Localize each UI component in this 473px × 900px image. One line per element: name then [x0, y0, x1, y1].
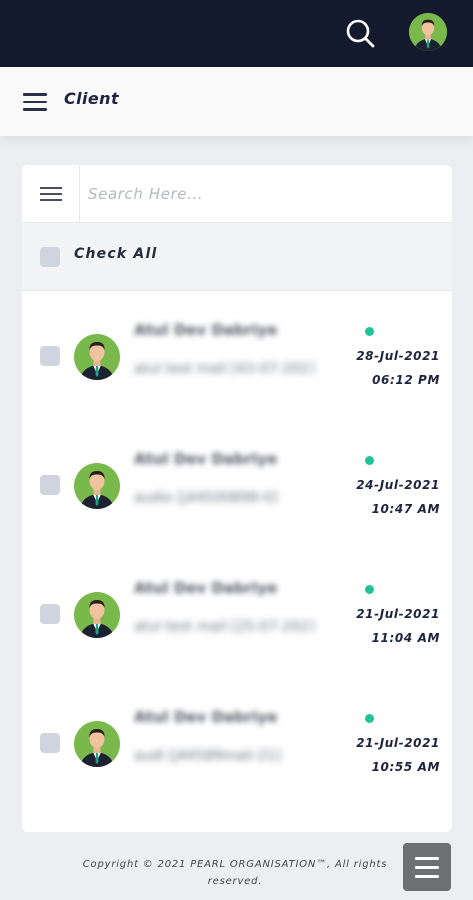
client-name: Atul Dev Dabriye [134, 321, 278, 339]
check-all-row[interactable]: Check All [22, 223, 452, 291]
copyright-footer: Copyright © 2021 PEARL ORGANISATION™, Al… [40, 856, 430, 890]
list-item[interactable]: Atul Dev Dabriye audi [j44589mail-21] 21… [22, 679, 452, 808]
item-date: 28-Jul-2021 [356, 349, 440, 363]
check-all-checkbox[interactable] [40, 247, 60, 267]
online-status-dot [365, 585, 374, 594]
search-bar [22, 165, 452, 223]
item-time: 10:55 AM [371, 760, 440, 774]
online-status-dot [365, 714, 374, 723]
item-time: 11:04 AM [371, 631, 440, 645]
floating-menu-button[interactable] [403, 843, 451, 891]
check-all-label: Check All [74, 246, 158, 262]
page-header: Client [0, 67, 473, 136]
list-item[interactable]: Atul Dev Dabriye atul test mail [25-07-2… [22, 550, 452, 679]
item-checkbox[interactable] [40, 475, 60, 495]
item-time: 06:12 PM [372, 373, 440, 387]
list-item[interactable]: Atul Dev Dabriye atul test mail [43-07-2… [22, 292, 452, 421]
top-app-bar [0, 0, 473, 67]
client-avatar [74, 721, 120, 767]
client-avatar [74, 463, 120, 509]
search-input[interactable] [88, 177, 438, 211]
user-avatar[interactable] [409, 13, 447, 51]
message-preview: audi [j44589mail-21] [134, 748, 281, 764]
item-checkbox[interactable] [40, 733, 60, 753]
item-checkbox[interactable] [40, 604, 60, 624]
client-name: Atul Dev Dabriye [134, 708, 278, 726]
hamburger-menu-icon[interactable] [23, 93, 47, 113]
client-avatar [74, 334, 120, 380]
list-item[interactable]: Atul Dev Dabriye audio [j44500898-0] 24-… [22, 421, 452, 550]
item-date: 24-Jul-2021 [356, 478, 440, 492]
client-avatar [74, 592, 120, 638]
client-list-card: Check All Atul Dev Dabriye atul test mai… [22, 165, 452, 832]
online-status-dot [365, 327, 374, 336]
copyright-line-1: Copyright © 2021 PEARL ORGANISATION™, Al… [82, 859, 388, 870]
copyright-line-2: reserved. [207, 876, 263, 887]
client-name: Atul Dev Dabriye [134, 579, 278, 597]
page-title: Client [64, 89, 120, 108]
item-date: 21-Jul-2021 [356, 607, 440, 621]
online-status-dot [365, 456, 374, 465]
message-preview: audio [j44500898-0] [134, 490, 278, 506]
client-name: Atul Dev Dabriye [134, 450, 278, 468]
search-icon[interactable] [344, 17, 376, 49]
item-checkbox[interactable] [40, 346, 60, 366]
item-date: 21-Jul-2021 [356, 736, 440, 750]
message-preview: atul test mail [25-07-2021] [134, 619, 314, 635]
list-menu-icon[interactable] [22, 165, 80, 223]
message-preview: atul test mail [43-07-2021] [134, 361, 314, 377]
item-time: 10:47 AM [371, 502, 440, 516]
